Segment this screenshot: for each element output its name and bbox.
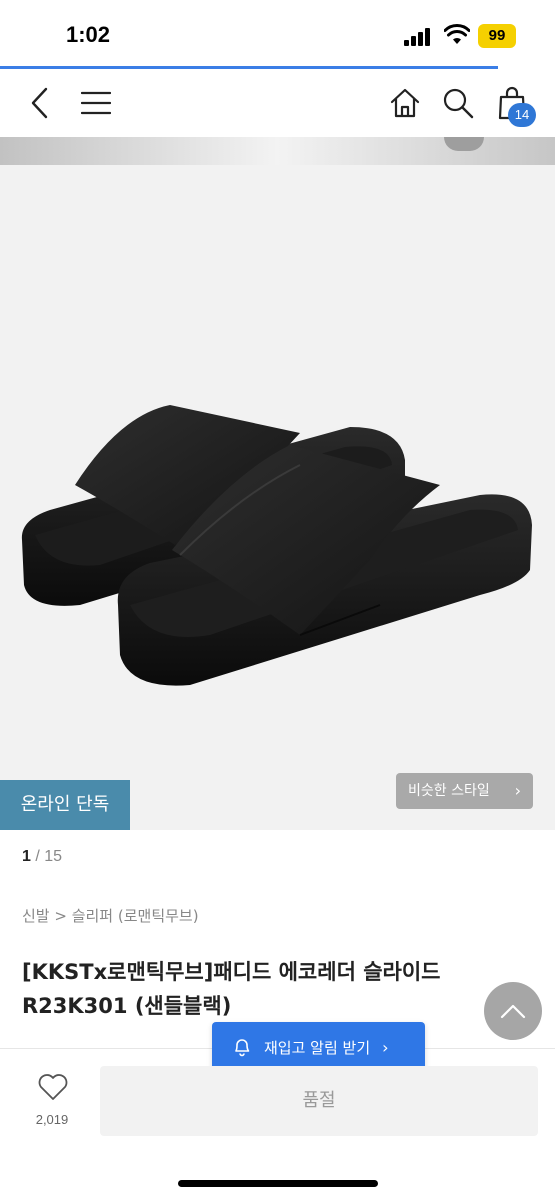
restock-alert-button[interactable]: 재입고 알림 받기 › xyxy=(212,1022,425,1072)
image-pager: 1 / 15 xyxy=(22,848,62,866)
hamburger-menu-icon xyxy=(81,91,111,115)
status-time: 1:02 xyxy=(66,22,111,47)
heart-icon xyxy=(38,1074,68,1100)
like-count: 2,019 xyxy=(35,1112,69,1127)
online-exclusive-badge: 온라인 단독 xyxy=(0,780,130,830)
slide-sandal-image xyxy=(21,405,533,686)
back-button[interactable] xyxy=(20,83,60,123)
pager-current: 1 xyxy=(22,848,31,865)
chevron-right-icon: › xyxy=(514,781,521,800)
bell-icon xyxy=(232,1037,252,1057)
similar-style-label: 비슷한 스타일 xyxy=(408,783,490,799)
similar-style-button[interactable]: 비슷한 스타일 › xyxy=(396,773,533,809)
search-button[interactable] xyxy=(438,83,478,123)
sold-out-button: 품절 xyxy=(100,1066,538,1136)
search-icon xyxy=(443,88,474,119)
status-bar: 1:02 99 xyxy=(0,0,555,66)
pager-total: 15 xyxy=(44,848,63,865)
home-indicator xyxy=(178,1180,378,1187)
cart-count-badge: 14 xyxy=(508,103,536,127)
cellular-signal-icon xyxy=(404,28,434,46)
home-icon xyxy=(390,88,420,118)
pager-separator: / xyxy=(35,848,40,865)
battery-indicator: 99 xyxy=(478,24,516,48)
menu-button[interactable] xyxy=(76,83,116,123)
chevron-left-icon xyxy=(31,87,48,119)
restock-alert-label: 재입고 알림 받기 xyxy=(264,1038,371,1057)
chevron-right-icon: › xyxy=(382,1037,389,1057)
home-button[interactable] xyxy=(385,83,425,123)
scroll-to-top-button[interactable] xyxy=(484,982,542,1040)
chevron-up-icon xyxy=(500,1004,526,1019)
app-header xyxy=(0,69,555,137)
product-image[interactable] xyxy=(0,165,555,830)
product-title: [KKSTx로맨틱무브]패디드 에코레더 슬라이드 R23K301 (샌들블랙) xyxy=(22,960,441,1018)
wifi-icon xyxy=(444,24,470,44)
breadcrumb[interactable]: 신발 > 슬리퍼 (로맨틱무브) xyxy=(22,905,199,926)
